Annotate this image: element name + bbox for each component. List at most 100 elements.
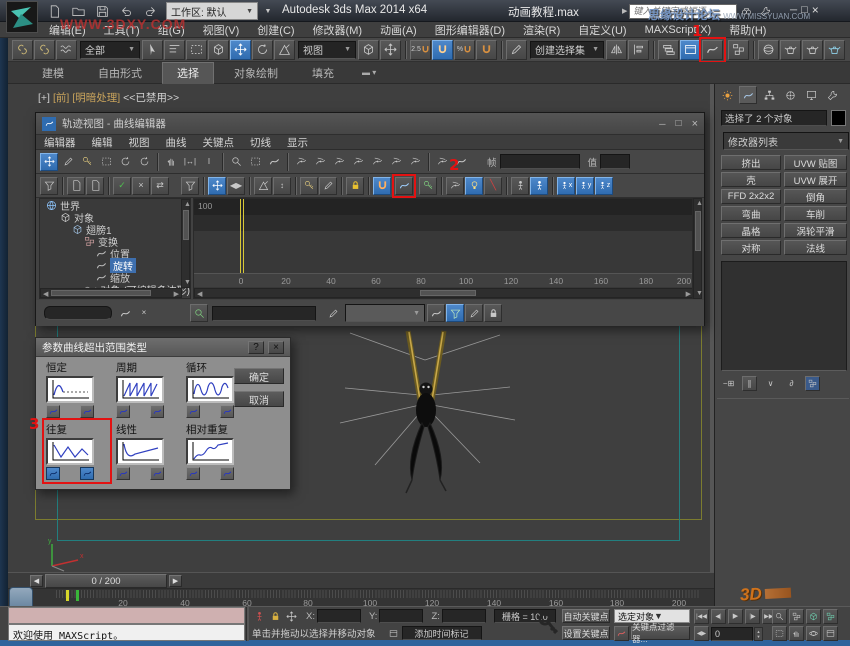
maximize-viewport-toggle[interactable] [823, 626, 838, 641]
material-editor-button[interactable] [758, 40, 779, 60]
option-constant[interactable]: 恒定 [46, 360, 108, 416]
dialog-close-button[interactable]: × [268, 341, 284, 354]
option-linear[interactable]: 线性 [116, 422, 178, 480]
tv-tangent-slow-button[interactable] [349, 153, 367, 171]
tv-menu-view[interactable]: 视图 [121, 135, 158, 150]
add-time-tag-field[interactable]: 添加时间标记 [402, 626, 482, 640]
modifier-turbosmooth-button[interactable]: 涡轮平滑 [784, 223, 847, 238]
percent-snap-toggle[interactable]: % [454, 40, 475, 60]
ribbon-tab-object-paint[interactable]: 对象绘制 [220, 63, 292, 83]
tv-zoom-horizontal-extents-button[interactable]: |↔| [181, 153, 199, 171]
ribbon-collapse-button[interactable]: ▬ ▾ [362, 68, 376, 77]
unlink-selection-button[interactable] [34, 40, 55, 60]
tv-key-brush-button[interactable] [465, 304, 483, 322]
render-setup-button[interactable] [780, 40, 801, 60]
tv-key-stats-field[interactable] [44, 306, 112, 320]
tv-zoom-region-button[interactable] [246, 153, 264, 171]
curve-editor-button[interactable] [702, 40, 723, 60]
named-selection-sets-dropdown[interactable]: 创建选择集▼ [530, 41, 604, 59]
biped-z-button[interactable]: z [595, 177, 613, 195]
tv-filters2-button[interactable] [181, 177, 199, 195]
tv-filters-button[interactable] [40, 177, 58, 195]
zoom-extents-all-button[interactable] [823, 609, 838, 624]
viewport-menu-view[interactable]: [前] [53, 90, 69, 105]
tv-break-tangents-button[interactable] [446, 177, 464, 195]
option-constant-thumbnail[interactable] [46, 376, 94, 403]
track-view-maximize-button[interactable]: □ [676, 118, 682, 129]
select-and-manipulate-button[interactable] [380, 40, 401, 60]
modifier-uvw-map-button[interactable]: UVW 贴图 [784, 155, 847, 170]
modifier-normal-button[interactable]: 法线 [784, 240, 847, 255]
tv-track-set-button[interactable] [190, 304, 208, 322]
option-linear-thumbnail[interactable] [116, 438, 164, 465]
tree-item-world[interactable]: 世界 [40, 199, 190, 211]
modifier-bend-button[interactable]: 弯曲 [721, 206, 781, 221]
remove-modifier-button[interactable]: ∂ [784, 376, 799, 391]
option-relative-repeat[interactable]: 相对重复 [186, 422, 256, 480]
key-filters-button[interactable]: 关键点过滤器... [631, 626, 690, 640]
x-coordinate-field[interactable] [317, 609, 361, 623]
option-pingpong[interactable]: 往复 [46, 422, 108, 480]
tv-selection-dropdown[interactable]: ▼ [345, 304, 425, 322]
play-button[interactable]: ▶ [728, 609, 743, 624]
next-frame-button[interactable]: |▶ [745, 609, 760, 624]
tree-vertical-scrollbar[interactable]: ▲▼ [181, 199, 190, 288]
current-frame-field[interactable]: 0 [711, 627, 753, 641]
track-view-titlebar[interactable]: 轨迹视图 - 曲线编辑器 ─ □ × [36, 113, 704, 135]
modifier-unwrap-uvw-button[interactable]: UVW 展开 [784, 172, 847, 187]
snap-toggle-25-button[interactable]: 2.5 [410, 40, 431, 60]
select-object-button[interactable] [142, 40, 163, 60]
tv-tangent-auto-button[interactable] [292, 153, 310, 171]
tv-show-all-tangents-button[interactable] [465, 177, 483, 195]
menu-maxscript[interactable]: MAXScript(X) [636, 24, 721, 36]
zoom-all-button[interactable] [789, 609, 804, 624]
tv-lock-selection-button[interactable] [346, 177, 364, 195]
tv-tangent-step-button[interactable] [368, 153, 386, 171]
maxscript-mini-listener-pink[interactable] [8, 607, 245, 624]
relative-repeat-out-button[interactable] [220, 467, 234, 480]
tv-track-set-field[interactable] [212, 306, 316, 321]
pin-stack-button[interactable]: −⊞ [721, 376, 736, 391]
tv-paste-controller-button[interactable] [86, 177, 104, 195]
close-button[interactable]: × [812, 3, 819, 17]
constant-out-button[interactable] [80, 405, 94, 418]
time-slider-next-button[interactable]: ▶ [169, 575, 182, 587]
isolate-selection-toggle[interactable] [252, 609, 267, 624]
absolute-offset-toggle[interactable] [284, 609, 299, 624]
tv-add-keys-button[interactable] [78, 153, 96, 171]
viewport-menu-shading[interactable]: [明暗处理] [72, 90, 120, 105]
dialog-titlebar[interactable]: 参数曲线超出范围类型 ? × [36, 338, 290, 357]
tv-menu-editor[interactable]: 编辑器 [36, 135, 84, 150]
tab-display[interactable] [802, 86, 820, 104]
modifier-symmetry-button[interactable]: 对称 [721, 240, 781, 255]
menu-animation[interactable]: 动画(A) [371, 22, 426, 38]
tv-menu-tangents[interactable]: 切线 [242, 135, 279, 150]
angle-snap-toggle[interactable] [432, 40, 453, 60]
tab-create[interactable] [718, 86, 736, 104]
tv-isolate-curve-button[interactable] [265, 153, 283, 171]
pan-view-button[interactable] [789, 626, 804, 641]
curve-graph-area[interactable]: 100 0 20 40 60 80 100 120 140 160 180 20… [193, 198, 693, 299]
mirror-button[interactable] [606, 40, 627, 60]
biped-x-button[interactable]: x [557, 177, 575, 195]
z-coordinate-field[interactable] [442, 609, 486, 623]
key-step-toggle[interactable]: ◀▶ [694, 626, 709, 641]
graph-horizontal-scrollbar[interactable]: ◀▶ [194, 288, 693, 298]
zoom-extents-button[interactable] [806, 609, 821, 624]
out-of-range-dialog[interactable]: 参数曲线超出范围类型 ? × 恒定 周期 循环 [35, 337, 291, 490]
workspace-menu-button[interactable]: ▼ [262, 1, 274, 21]
track-bar[interactable]: 20 40 60 80 100 120 140 160 180 200 [8, 588, 714, 606]
time-slider-line[interactable] [240, 199, 241, 273]
modifier-lattice-button[interactable]: 晶格 [721, 223, 781, 238]
search-expand-icon[interactable]: ▶ [622, 7, 627, 15]
option-loop-thumbnail[interactable] [186, 376, 234, 403]
tv-move-keys2-button[interactable] [208, 177, 226, 195]
orbit-button[interactable] [806, 626, 821, 641]
tv-swap-buffer-button[interactable]: ⇄ [151, 177, 169, 195]
keyframe-marker-yellow[interactable] [66, 590, 69, 601]
show-end-result-button[interactable]: ∥ [742, 376, 757, 391]
tab-modify[interactable] [739, 86, 757, 104]
tv-add-keys2-button[interactable] [300, 177, 318, 195]
pingpong-out-button[interactable] [80, 467, 94, 480]
selection-filter-dropdown[interactable]: 全部▼ [80, 41, 140, 59]
